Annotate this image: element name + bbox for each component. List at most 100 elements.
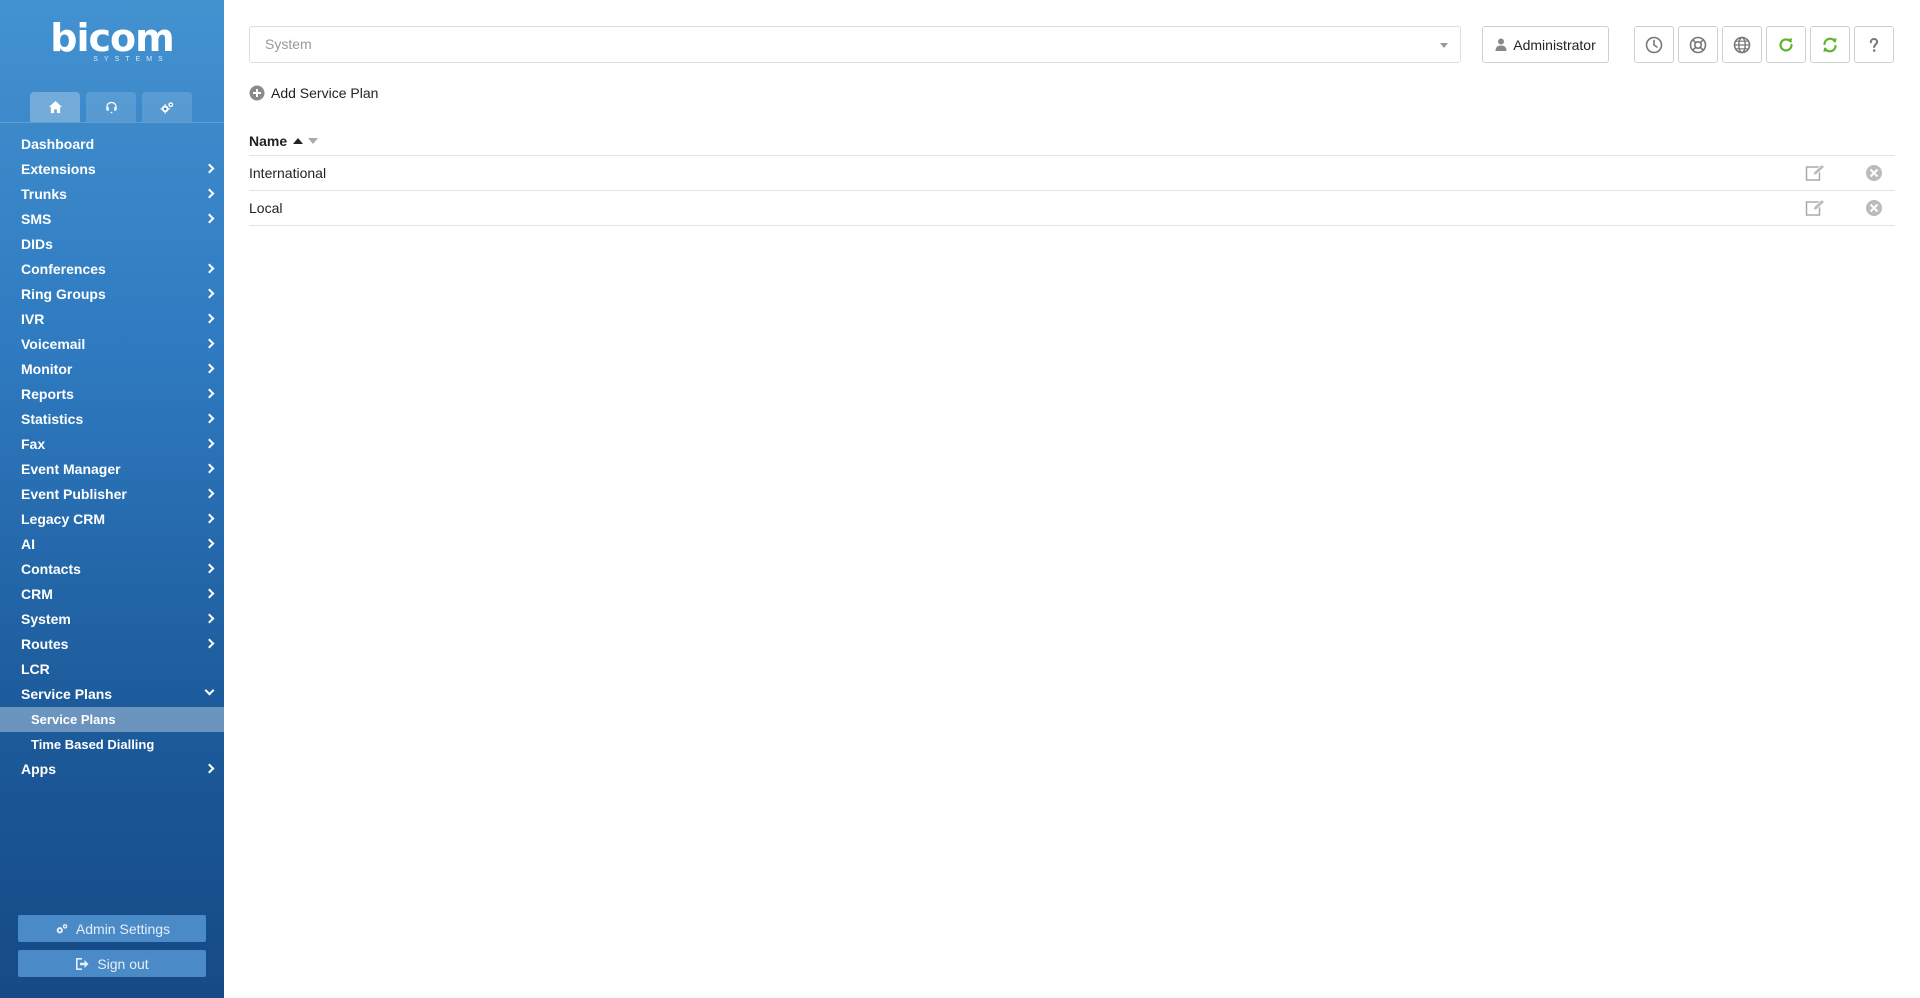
sidebar-item-label: System [21, 611, 71, 627]
sidebar-item-label: Event Manager [21, 461, 121, 477]
sign-out-button[interactable]: Sign out [18, 950, 206, 977]
help-icon [1869, 37, 1879, 52]
sidebar-item-dids[interactable]: DIDs [0, 232, 224, 257]
sidebar-item-statistics[interactable]: Statistics [0, 407, 224, 432]
chevron-right-icon [204, 513, 215, 524]
delete-icon[interactable] [1865, 164, 1883, 182]
sidebar-item-label: Voicemail [21, 336, 86, 352]
chevron-right-icon [204, 638, 215, 649]
sidebar-item-conferences[interactable]: Conferences [0, 257, 224, 282]
sidebar-subitem-time-based-dialling[interactable]: Time Based Dialling [0, 732, 224, 757]
clock-icon [1645, 36, 1663, 53]
sort-ascending-icon[interactable] [293, 137, 304, 144]
sidebar: bicom SYSTEMS Dashboard Extensions Trunk… [0, 0, 224, 998]
chevron-right-icon [204, 263, 215, 274]
chevron-right-icon [204, 188, 215, 199]
chevron-right-icon [204, 538, 215, 549]
sidebar-item-contacts[interactable]: Contacts [0, 557, 224, 582]
sidebar-item-fax[interactable]: Fax [0, 432, 224, 457]
tenant-select[interactable]: System [249, 26, 1461, 63]
sidebar-item-label: CRM [21, 586, 53, 602]
sidebar-item-label: Ring Groups [21, 286, 106, 302]
add-service-plan-button[interactable]: Add Service Plan [249, 84, 378, 102]
sidebar-item-routes[interactable]: Routes [0, 632, 224, 657]
column-header-name[interactable]: Name [249, 133, 287, 149]
service-plans-table: Name International Local [249, 126, 1895, 226]
sidebar-item-voicemail[interactable]: Voicemail [0, 332, 224, 357]
sidebar-item-label: Dashboard [21, 136, 95, 152]
home-icon [48, 100, 62, 113]
tab-pbx[interactable] [86, 92, 136, 122]
sidebar-item-ivr[interactable]: IVR [0, 307, 224, 332]
sidebar-subitem-service-plans[interactable]: Service Plans [0, 707, 224, 732]
gears-icon [56, 923, 68, 933]
table-row: International [249, 156, 1895, 191]
sidebar-item-label: Service Plans [21, 686, 113, 702]
chevron-right-icon [204, 488, 215, 499]
sidebar-item-dashboard[interactable]: Dashboard [0, 132, 224, 157]
sidebar-tabs [30, 92, 192, 122]
tab-settings[interactable] [142, 92, 192, 122]
language-button[interactable] [1722, 26, 1762, 63]
gears-icon [160, 101, 173, 113]
sidebar-item-trunks[interactable]: Trunks [0, 182, 224, 207]
service-plan-name[interactable]: Local [249, 200, 282, 216]
sidebar-item-label: AI [21, 536, 35, 552]
sidebar-item-label: Statistics [21, 411, 84, 427]
chevron-right-icon [204, 563, 215, 574]
reload-icon [1779, 37, 1793, 52]
logo-wordmark: bicom [50, 16, 174, 60]
clock-button[interactable] [1634, 26, 1674, 63]
sidebar-item-sms[interactable]: SMS [0, 207, 224, 232]
user-icon [1495, 38, 1507, 51]
chevron-right-icon [204, 413, 215, 424]
chevron-right-icon [204, 438, 215, 449]
sidebar-item-label: Routes [21, 636, 69, 652]
sidebar-item-label: Trunks [21, 186, 67, 202]
sync-button[interactable] [1810, 26, 1850, 63]
sidebar-item-crm[interactable]: CRM [0, 582, 224, 607]
sidebar-item-label: Conferences [21, 261, 106, 277]
sidebar-item-service-plans[interactable]: Service Plans [0, 682, 224, 707]
sidebar-item-label: IVR [21, 311, 45, 327]
edit-icon[interactable] [1805, 199, 1827, 217]
table-row: Local [249, 191, 1895, 226]
sidebar-item-ring-groups[interactable]: Ring Groups [0, 282, 224, 307]
user-menu-button[interactable]: Administrator [1482, 26, 1609, 63]
sidebar-menu: Dashboard Extensions Trunks SMS DIDs Con… [0, 132, 224, 782]
reload-button[interactable] [1766, 26, 1806, 63]
sidebar-item-system[interactable]: System [0, 607, 224, 632]
chevron-down-icon [204, 685, 215, 696]
tabs-divider [0, 122, 224, 123]
sidebar-item-ai[interactable]: AI [0, 532, 224, 557]
support-button[interactable] [1678, 26, 1718, 63]
sidebar-item-label: LCR [21, 661, 50, 677]
sidebar-item-label: Fax [21, 436, 46, 452]
help-button[interactable] [1854, 26, 1894, 63]
delete-icon[interactable] [1865, 199, 1883, 217]
edit-icon[interactable] [1805, 164, 1827, 182]
sidebar-item-legacy-crm[interactable]: Legacy CRM [0, 507, 224, 532]
sort-descending-icon[interactable] [308, 137, 319, 144]
sidebar-item-label: Monitor [21, 361, 73, 377]
chevron-right-icon [204, 763, 215, 774]
globe-icon [1733, 36, 1751, 53]
sidebar-item-monitor[interactable]: Monitor [0, 357, 224, 382]
sidebar-item-event-manager[interactable]: Event Manager [0, 457, 224, 482]
chevron-right-icon [204, 363, 215, 374]
sidebar-item-reports[interactable]: Reports [0, 382, 224, 407]
service-plan-name[interactable]: International [249, 165, 326, 181]
admin-settings-label: Admin Settings [75, 920, 171, 937]
chevron-right-icon [204, 313, 215, 324]
chevron-right-icon [204, 338, 215, 349]
sidebar-item-extensions[interactable]: Extensions [0, 157, 224, 182]
admin-settings-button[interactable]: Admin Settings [18, 915, 206, 942]
sidebar-item-apps[interactable]: Apps [0, 757, 224, 782]
sidebar-subitem-label: Time Based Dialling [31, 737, 155, 752]
sidebar-item-label: DIDs [21, 236, 53, 252]
tab-home[interactable] [30, 92, 80, 122]
sidebar-item-label: Reports [21, 386, 74, 402]
sidebar-item-lcr[interactable]: LCR [0, 657, 224, 682]
chevron-right-icon [204, 388, 215, 399]
sidebar-item-event-publisher[interactable]: Event Publisher [0, 482, 224, 507]
